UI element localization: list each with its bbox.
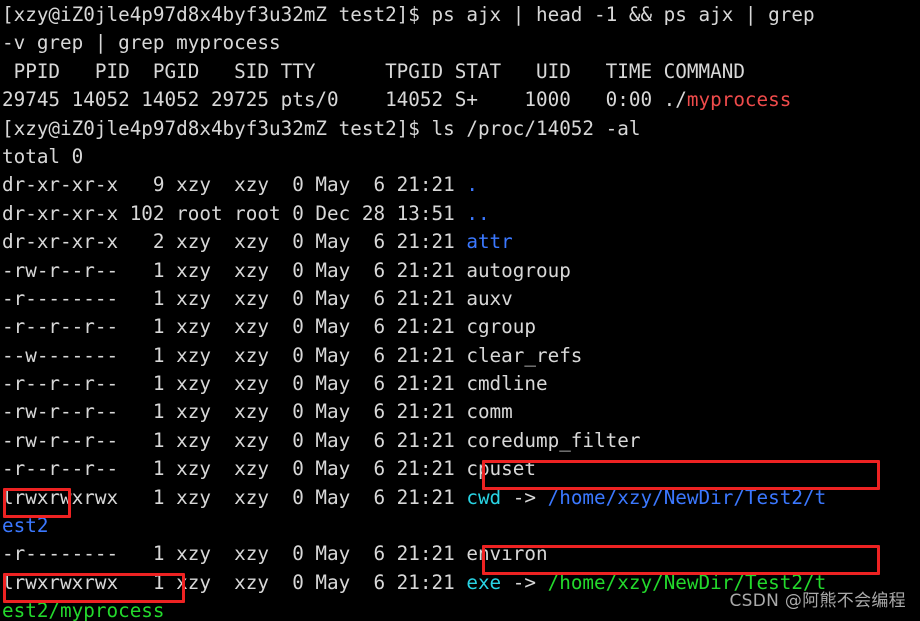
terminal-line-ps-row: 29745 14052 14052 29725 pts/0 14052 S+ 1… xyxy=(2,86,920,114)
terminal-text-segment: lrwxrwxrwx 1 xzy xzy 0 May 6 21:21 xyxy=(2,485,467,509)
terminal-text-segment: -rw-r--r-- 1 xzy xzy 0 May 6 21:21 autog… xyxy=(2,258,571,282)
terminal-line-ls-total: total 0 xyxy=(2,143,920,171)
terminal-text-segment: PPID PID PGID SID TTY TPGID STAT UID TIM… xyxy=(2,59,745,83)
terminal-text-segment: -r--r--r-- 1 xzy xzy 0 May 6 21:21 cgrou… xyxy=(2,315,536,339)
terminal-text-segment: dr-xr-xr-x 102 root root 0 Dec 28 13:51 xyxy=(2,201,467,225)
terminal-line-ls-cgroup: -r--r--r-- 1 xzy xzy 0 May 6 21:21 cgrou… xyxy=(2,313,920,341)
terminal-text-segment: /home/xzy/NewDir/Test2/t xyxy=(547,485,827,509)
terminal-text-segment: 29745 14052 14052 29725 pts/0 14052 S+ 1… xyxy=(2,88,687,112)
terminal-window[interactable]: [xzy@iZ0jle4p97d8x4byf3u32mZ test2]$ ps … xyxy=(0,0,920,621)
terminal-line-ls-auxv: -r-------- 1 xzy xzy 0 May 6 21:21 auxv xyxy=(2,285,920,313)
terminal-text-segment: [xzy@iZ0jle4p97d8x4byf3u32mZ test2]$ ls … xyxy=(2,116,641,140)
terminal-text-segment: lrwxrwxrwx 1 xzy xzy 0 May 6 21:21 xyxy=(2,570,467,594)
terminal-text-segment: est2/myprocess xyxy=(2,599,165,621)
terminal-text-segment: cwd xyxy=(466,485,502,509)
terminal-text-segment: myprocess xyxy=(686,88,792,112)
terminal-text-segment: . xyxy=(466,173,478,197)
terminal-line-ls-comm: -rw-r--r-- 1 xzy xzy 0 May 6 21:21 comm xyxy=(2,398,920,426)
terminal-line-ls-autogroup: -rw-r--r-- 1 xzy xzy 0 May 6 21:21 autog… xyxy=(2,257,920,285)
terminal-line-ls-cwd-wrap: est2 xyxy=(2,512,920,540)
terminal-line-ls-cwd: lrwxrwxrwx 1 xzy xzy 0 May 6 21:21 cwd -… xyxy=(2,484,920,512)
terminal-text-segment: -> xyxy=(501,570,548,594)
terminal-text-segment: est2 xyxy=(2,514,49,538)
terminal-text-segment: -rw-r--r-- 1 xzy xzy 0 May 6 21:21 comm xyxy=(2,400,513,424)
terminal-text-segment: -r--r--r-- 1 xzy xzy 0 May 6 21:21 cpuse… xyxy=(2,457,536,481)
terminal-text-segment: [xzy@iZ0jle4p97d8x4byf3u32mZ test2]$ ps … xyxy=(2,3,815,26)
terminal-line-ls-coredump-filter: -rw-r--r-- 1 xzy xzy 0 May 6 21:21 cored… xyxy=(2,427,920,455)
terminal-line-ls-cmdline: -r--r--r-- 1 xzy xzy 0 May 6 21:21 cmdli… xyxy=(2,370,920,398)
terminal-line-ls-clear-refs: --w------- 1 xzy xzy 0 May 6 21:21 clear… xyxy=(2,342,920,370)
terminal-line-ps-header: PPID PID PGID SID TTY TPGID STAT UID TIM… xyxy=(2,58,920,86)
terminal-text-segment: -r-------- 1 xzy xzy 0 May 6 21:21 envir… xyxy=(2,542,548,566)
terminal-text-segment: -v grep | grep myprocess xyxy=(2,31,281,55)
terminal-line-cmd-ps-wrap: -v grep | grep myprocess xyxy=(2,29,920,57)
terminal-text-segment: -> xyxy=(501,485,548,509)
terminal-text-segment: .. xyxy=(466,201,490,225)
terminal-text-segment: -r--r--r-- 1 xzy xzy 0 May 6 21:21 cmdli… xyxy=(2,372,548,396)
terminal-output-area[interactable]: [xzy@iZ0jle4p97d8x4byf3u32mZ test2]$ ps … xyxy=(2,1,920,621)
terminal-text-segment: total 0 xyxy=(2,144,84,168)
terminal-text-segment: -rw-r--r-- 1 xzy xzy 0 May 6 21:21 cored… xyxy=(2,428,641,452)
terminal-text-segment: -r-------- 1 xzy xzy 0 May 6 21:21 auxv xyxy=(2,286,513,310)
terminal-line-ls-dotdot: dr-xr-xr-x 102 root root 0 Dec 28 13:51 … xyxy=(2,200,920,228)
terminal-line-ls-attr: dr-xr-xr-x 2 xzy xzy 0 May 6 21:21 attr xyxy=(2,228,920,256)
csdn-watermark: CSDN @阿熊不会编程 xyxy=(729,590,906,611)
terminal-line-ls-cpuset: -r--r--r-- 1 xzy xzy 0 May 6 21:21 cpuse… xyxy=(2,455,920,483)
terminal-line-ls-dot: dr-xr-xr-x 9 xzy xzy 0 May 6 21:21 . xyxy=(2,171,920,199)
terminal-text-segment: dr-xr-xr-x 2 xzy xzy 0 May 6 21:21 xyxy=(2,230,467,254)
terminal-text-segment: dr-xr-xr-x 9 xzy xzy 0 May 6 21:21 xyxy=(2,173,467,197)
terminal-text-segment: exe xyxy=(466,570,502,594)
terminal-text-segment: attr xyxy=(466,230,513,254)
terminal-line-ls-environ: -r-------- 1 xzy xzy 0 May 6 21:21 envir… xyxy=(2,540,920,568)
terminal-text-segment: --w------- 1 xzy xzy 0 May 6 21:21 clear… xyxy=(2,343,583,367)
terminal-line-cmd-ps: [xzy@iZ0jle4p97d8x4byf3u32mZ test2]$ ps … xyxy=(2,1,920,29)
terminal-line-cmd-ls: [xzy@iZ0jle4p97d8x4byf3u32mZ test2]$ ls … xyxy=(2,115,920,143)
